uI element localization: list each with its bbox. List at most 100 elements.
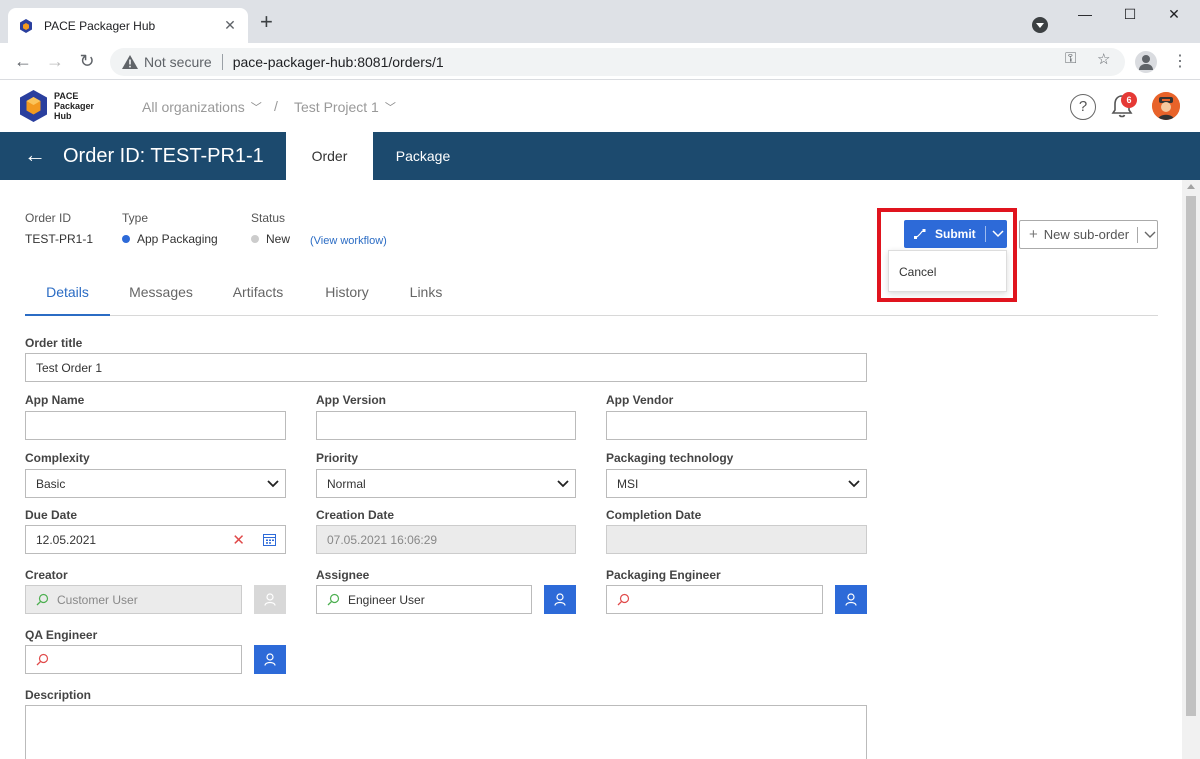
person-icon bbox=[845, 593, 857, 606]
tab-history[interactable]: History bbox=[315, 280, 379, 316]
chevron-down-icon bbox=[557, 480, 569, 488]
qa-engineer-picker-button[interactable] bbox=[254, 645, 286, 674]
pace-favicon-icon bbox=[20, 18, 32, 33]
warning-icon bbox=[122, 55, 138, 69]
tab-order[interactable]: Order bbox=[286, 132, 373, 180]
packaging-engineer-input[interactable] bbox=[606, 585, 823, 614]
status-label: Status bbox=[251, 211, 286, 225]
maximize-icon[interactable]: ☐ bbox=[1120, 6, 1140, 23]
order-id-value: TEST-PR1-1 bbox=[25, 232, 94, 246]
avatar-icon bbox=[1152, 92, 1180, 120]
view-workflow-link[interactable]: (View workflow) bbox=[310, 235, 387, 247]
tab-artifacts[interactable]: Artifacts bbox=[223, 280, 293, 316]
type-label: Type bbox=[122, 211, 149, 225]
packaging-technology-label: Packaging technology bbox=[606, 451, 734, 465]
organization-selector[interactable]: All organizations ﹀ bbox=[142, 99, 262, 115]
order-content: Order ID TEST-PR1-1 Type App Packaging S… bbox=[0, 180, 1182, 759]
tab-links[interactable]: Links bbox=[401, 280, 451, 316]
calendar-icon[interactable] bbox=[263, 533, 276, 546]
priority-label: Priority bbox=[316, 451, 359, 465]
creation-date-input: 07.05.2021 16:06:29 bbox=[316, 525, 576, 554]
app-name-label: App Name bbox=[25, 393, 85, 407]
chevron-down-icon bbox=[267, 480, 279, 488]
type-value: App Packaging bbox=[122, 232, 218, 246]
back-arrow-icon[interactable]: ← bbox=[24, 143, 46, 167]
complexity-label: Complexity bbox=[25, 451, 90, 465]
order-title-label: Order title bbox=[25, 336, 83, 350]
forward-nav-icon[interactable]: → bbox=[45, 51, 65, 71]
qa-engineer-input[interactable] bbox=[25, 645, 242, 674]
plus-icon: + bbox=[1029, 226, 1038, 243]
detail-tabs: Details Messages Artifacts History Links bbox=[25, 280, 1158, 316]
suborder-divider bbox=[1137, 226, 1139, 243]
due-date-input[interactable]: 12.05.2021 ✕ bbox=[25, 525, 286, 554]
scroll-thumb[interactable] bbox=[1186, 196, 1196, 716]
search-icon bbox=[36, 593, 49, 606]
person-icon bbox=[554, 593, 566, 606]
star-icon[interactable]: ☆ bbox=[1097, 50, 1110, 68]
browser-tabstrip: PACE Packager Hub ✕ + — ☐ ✕ bbox=[0, 0, 1200, 43]
search-icon bbox=[617, 593, 630, 606]
logo-text: PACE Packager Hub bbox=[54, 91, 95, 121]
user-avatar[interactable] bbox=[1152, 92, 1180, 120]
search-icon bbox=[327, 593, 340, 606]
chevron-down-icon[interactable] bbox=[1144, 231, 1156, 239]
completion-date-input bbox=[606, 525, 867, 554]
priority-select[interactable]: Normal bbox=[316, 469, 576, 498]
due-date-label: Due Date bbox=[25, 508, 78, 522]
packaging-engineer-picker-button[interactable] bbox=[835, 585, 867, 614]
help-icon[interactable]: ? bbox=[1070, 94, 1096, 120]
tab-details[interactable]: Details bbox=[25, 280, 110, 316]
address-bar[interactable]: Not secure pace-packager-hub:8081/orders… bbox=[110, 48, 1125, 76]
app-vendor-input[interactable] bbox=[606, 411, 867, 440]
browser-tab-title: PACE Packager Hub bbox=[44, 18, 156, 33]
tab-messages[interactable]: Messages bbox=[121, 280, 201, 316]
completion-date-label: Completion Date bbox=[606, 508, 702, 522]
page-scrollbar[interactable] bbox=[1182, 180, 1200, 759]
description-textarea[interactable] bbox=[25, 705, 867, 759]
person-icon bbox=[264, 653, 276, 666]
scroll-up-icon[interactable] bbox=[1187, 184, 1195, 189]
browser-tab[interactable]: PACE Packager Hub ✕ bbox=[8, 8, 248, 43]
key-icon[interactable]: ⚿ bbox=[1065, 50, 1076, 67]
project-selector[interactable]: Test Project 1 ﹀ bbox=[294, 99, 396, 115]
status-value: New bbox=[251, 232, 290, 246]
status-dot-icon bbox=[251, 235, 259, 243]
creation-date-label: Creation Date bbox=[316, 508, 395, 522]
packaging-technology-select[interactable]: MSI bbox=[606, 469, 867, 498]
tab-search-icon[interactable] bbox=[1032, 17, 1048, 33]
app-version-input[interactable] bbox=[316, 411, 576, 440]
omnibox-divider bbox=[221, 54, 223, 70]
app-vendor-label: App Vendor bbox=[606, 393, 674, 407]
pace-logo-icon bbox=[20, 90, 47, 122]
page-title: Order ID: TEST-PR1-1 bbox=[63, 145, 264, 167]
qa-engineer-label: QA Engineer bbox=[25, 628, 98, 642]
app-name-input[interactable] bbox=[25, 411, 286, 440]
creator-picker-button[interactable] bbox=[254, 585, 286, 614]
chevron-down-icon: ﹀ bbox=[384, 102, 396, 114]
browser-menu-icon[interactable]: ⋮ bbox=[1172, 51, 1188, 71]
chevron-down-icon: ﹀ bbox=[250, 102, 262, 114]
complexity-select[interactable]: Basic bbox=[25, 469, 286, 498]
reload-icon[interactable]: ↻ bbox=[77, 51, 97, 71]
window-close-icon[interactable]: ✕ bbox=[1164, 6, 1184, 23]
description-label: Description bbox=[25, 688, 92, 702]
order-banner: ← Order ID: TEST-PR1-1 Order Package bbox=[0, 132, 1200, 180]
search-icon bbox=[36, 653, 49, 666]
chevron-down-icon bbox=[848, 480, 860, 488]
person-icon bbox=[264, 593, 276, 606]
type-dot-icon bbox=[122, 235, 130, 243]
new-tab-icon[interactable]: + bbox=[260, 11, 273, 33]
new-suborder-button[interactable]: + New sub-order bbox=[1019, 220, 1158, 249]
order-title-input[interactable]: Test Order 1 bbox=[25, 353, 867, 382]
assignee-input[interactable]: Engineer User bbox=[316, 585, 532, 614]
clear-icon[interactable]: ✕ bbox=[232, 531, 245, 549]
browser-toolbar: ← → ↻ Not secure pace-packager-hub:8081/… bbox=[0, 43, 1200, 80]
assignee-picker-button[interactable] bbox=[544, 585, 576, 614]
back-nav-icon[interactable]: ← bbox=[13, 51, 33, 71]
tab-package[interactable]: Package bbox=[383, 132, 463, 180]
browser-profile-icon[interactable] bbox=[1135, 51, 1157, 73]
not-secure-label: Not secure bbox=[144, 54, 212, 70]
minimize-icon[interactable]: — bbox=[1075, 6, 1095, 22]
close-tab-icon[interactable]: ✕ bbox=[222, 17, 238, 34]
